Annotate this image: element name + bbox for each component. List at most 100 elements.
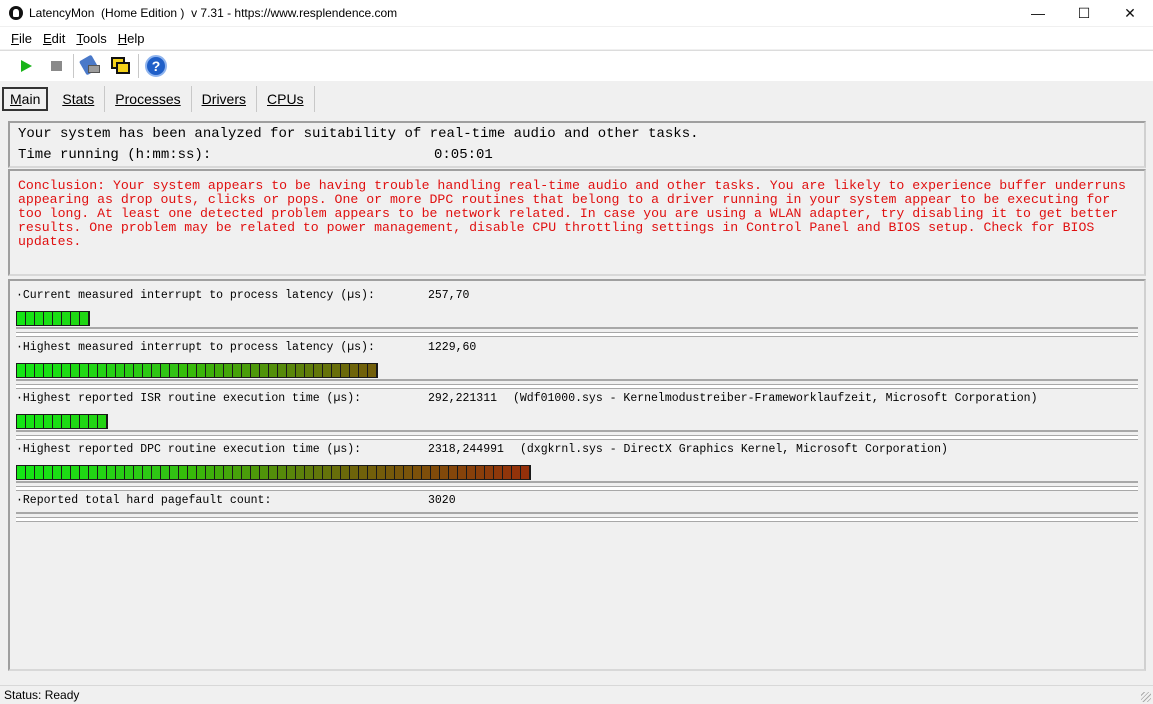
bar-segment bbox=[71, 466, 79, 479]
bar-segment bbox=[179, 364, 187, 377]
menu-edit[interactable]: Edit bbox=[36, 31, 69, 46]
time-running-label: Time running (h:mm:ss): bbox=[18, 147, 212, 163]
bar-segment bbox=[80, 415, 88, 428]
minimize-button[interactable]: — bbox=[1015, 0, 1061, 26]
bar-segment bbox=[62, 415, 70, 428]
metric-driver-info: (Wdf01000.sys - Kernelmodustreiber-Frame… bbox=[513, 392, 1038, 405]
bar-segment bbox=[377, 466, 385, 479]
bar-segment bbox=[368, 364, 376, 377]
bar-segment bbox=[179, 466, 187, 479]
title-bar: LatencyMon (Home Edition ) v 7.31 - http… bbox=[0, 0, 1153, 26]
bar-segment bbox=[485, 466, 493, 479]
bar-segment bbox=[53, 466, 61, 479]
bar-segment bbox=[197, 364, 205, 377]
latency-bar-fill bbox=[16, 363, 378, 378]
toolbar-separator bbox=[138, 54, 139, 78]
close-button[interactable]: ✕ bbox=[1107, 0, 1153, 26]
bar-segment bbox=[305, 466, 313, 479]
bar-segment bbox=[98, 415, 106, 428]
tab-drivers[interactable]: Drivers bbox=[192, 86, 258, 112]
bar-segment bbox=[17, 415, 25, 428]
tools-icon bbox=[78, 54, 102, 77]
bar-segment bbox=[26, 415, 34, 428]
bar-segment bbox=[386, 466, 394, 479]
bar-segment bbox=[224, 364, 232, 377]
stop-button[interactable] bbox=[43, 53, 69, 79]
bar-segment bbox=[512, 466, 520, 479]
summary-panel: Your system has been analyzed for suitab… bbox=[8, 121, 1146, 168]
bar-segment bbox=[269, 466, 277, 479]
bar-segment bbox=[251, 466, 259, 479]
metric-label: ·Current measured interrupt to process l… bbox=[16, 289, 375, 302]
conclusion-text: Conclusion: Your system appears to be ha… bbox=[18, 178, 1126, 249]
bar-segment bbox=[35, 364, 43, 377]
bar-segment bbox=[287, 364, 295, 377]
bar-segment bbox=[278, 466, 286, 479]
bar-segment bbox=[44, 415, 52, 428]
tools-button[interactable] bbox=[78, 53, 104, 79]
help-icon: ? bbox=[145, 55, 167, 77]
latency-bar bbox=[16, 414, 1138, 432]
bar-segment bbox=[341, 364, 349, 377]
bar-segment bbox=[89, 364, 97, 377]
bar-segment bbox=[359, 364, 367, 377]
menu-help[interactable]: Help bbox=[111, 31, 149, 46]
bar-segment bbox=[125, 466, 133, 479]
bar-segment bbox=[206, 466, 214, 479]
bar-segment bbox=[431, 466, 439, 479]
bar-segment bbox=[395, 466, 403, 479]
app-icon bbox=[9, 6, 23, 20]
bar-segment bbox=[503, 466, 511, 479]
bar-segment bbox=[197, 466, 205, 479]
bar-segment bbox=[206, 364, 214, 377]
bar-segment bbox=[296, 466, 304, 479]
metric-separator bbox=[16, 384, 1138, 389]
tab-stats[interactable]: Stats bbox=[52, 86, 106, 112]
window-title: LatencyMon (Home Edition ) v 7.31 - http… bbox=[29, 6, 398, 20]
metric-value: 257,70 bbox=[428, 289, 470, 302]
bar-segment bbox=[359, 466, 367, 479]
maximize-button[interactable]: ☐ bbox=[1061, 0, 1107, 26]
menu-tools[interactable]: Tools bbox=[69, 31, 110, 46]
toolbar: ? bbox=[0, 50, 1153, 81]
bar-segment bbox=[404, 466, 412, 479]
bar-segment bbox=[215, 364, 223, 377]
resize-grip[interactable] bbox=[1141, 692, 1151, 702]
bar-segment bbox=[296, 364, 304, 377]
bar-segment bbox=[233, 466, 241, 479]
bar-segment bbox=[332, 364, 340, 377]
bar-segment bbox=[35, 466, 43, 479]
bar-segment bbox=[53, 364, 61, 377]
bar-segment bbox=[71, 364, 79, 377]
bar-segment bbox=[152, 364, 160, 377]
tab-processes[interactable]: Processes bbox=[105, 86, 192, 112]
latency-bar-fill bbox=[16, 465, 531, 480]
tab-cpus[interactable]: CPUs bbox=[257, 86, 315, 112]
menu-file[interactable]: File bbox=[4, 31, 36, 46]
bar-segment bbox=[242, 466, 250, 479]
bar-segment bbox=[341, 466, 349, 479]
bar-segment bbox=[287, 466, 295, 479]
bar-segment bbox=[260, 364, 268, 377]
tab-bar: Main Stats Processes Drivers CPUs bbox=[0, 85, 315, 113]
bar-segment bbox=[17, 466, 25, 479]
bar-segment bbox=[521, 466, 529, 479]
status-bar: Status: Ready bbox=[0, 685, 1153, 704]
bar-segment bbox=[143, 364, 151, 377]
windows-button[interactable] bbox=[108, 53, 134, 79]
bar-segment bbox=[314, 466, 322, 479]
toolbar-separator bbox=[73, 54, 74, 78]
bar-segment bbox=[278, 364, 286, 377]
bar-segment bbox=[152, 466, 160, 479]
start-button[interactable] bbox=[13, 53, 39, 79]
tab-main[interactable]: Main bbox=[2, 87, 49, 111]
bar-segment bbox=[62, 312, 70, 325]
bar-segment bbox=[116, 364, 124, 377]
help-button[interactable]: ? bbox=[143, 53, 169, 79]
bar-segment bbox=[44, 364, 52, 377]
bar-segment bbox=[350, 364, 358, 377]
metric-label: ·Highest reported ISR routine execution … bbox=[16, 392, 362, 405]
bar-segment bbox=[269, 364, 277, 377]
bar-segment bbox=[368, 466, 376, 479]
latency-bar-fill bbox=[16, 311, 90, 326]
